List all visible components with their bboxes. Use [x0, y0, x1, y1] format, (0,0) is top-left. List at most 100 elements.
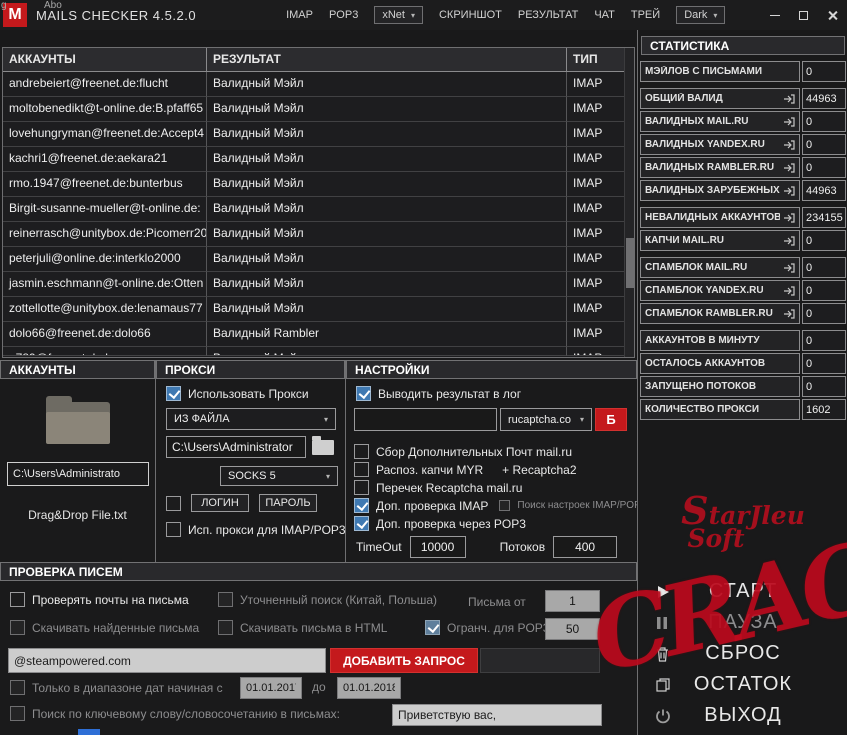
- export-icon[interactable]: [783, 116, 795, 127]
- table-row[interactable]: rmo.1947@freenet.de:bunterbus Валидный Мэ…: [3, 172, 634, 197]
- reset-button[interactable]: СБРОС: [638, 638, 847, 669]
- cell-account: kachri1@freenet.de:aekara21: [3, 147, 207, 172]
- cell-result: Валидный Мэйл: [207, 272, 567, 297]
- add-query-button[interactable]: ДОБАВИТЬ ЗАПРОС: [330, 648, 478, 673]
- pause-button[interactable]: ПАУЗА: [638, 607, 847, 638]
- download-letters-checkbox[interactable]: [10, 620, 25, 635]
- table-row[interactable]: lovehungryman@freenet.de:Accept4 Валидный…: [3, 122, 634, 147]
- extra-imap-option: Доп. проверка IMAP Поиск настроек IMAP/P…: [354, 498, 641, 513]
- export-icon[interactable]: [783, 262, 795, 273]
- pop3-limit-checkbox[interactable]: [425, 620, 440, 635]
- log-output-checkbox[interactable]: [356, 386, 371, 401]
- extra-pop3-label: Доп. проверка через POP3: [376, 516, 526, 531]
- proxy-type-dropdown[interactable]: SOCKS 5 ▾: [220, 466, 338, 486]
- keyword-input[interactable]: [392, 704, 602, 726]
- start-button[interactable]: СТАРТ: [638, 576, 847, 607]
- accounts-file-path[interactable]: C:\Users\Administrato: [7, 462, 149, 486]
- maximize-button[interactable]: [789, 0, 818, 30]
- date-from-input[interactable]: [240, 677, 302, 699]
- recognize-captcha-checkbox[interactable]: [354, 462, 369, 477]
- exit-button[interactable]: ВЫХОД: [638, 700, 847, 731]
- pop3-limit-input[interactable]: [545, 618, 600, 640]
- timeout-input[interactable]: [409, 536, 466, 558]
- keyword-search-checkbox[interactable]: [10, 706, 25, 721]
- scrollbar-thumb[interactable]: [626, 238, 634, 288]
- proxy-path-input[interactable]: [166, 436, 306, 458]
- close-button[interactable]: [818, 0, 847, 30]
- column-header-accounts[interactable]: АККАУНТЫ: [3, 48, 207, 72]
- theme-dropdown[interactable]: Dark ▾: [676, 6, 726, 24]
- imap-pop-settings-search-checkbox[interactable]: [499, 500, 511, 511]
- cell-result: Валидный Rambler: [207, 322, 567, 347]
- date-to-input[interactable]: [337, 677, 401, 699]
- column-header-result[interactable]: РЕЗУЛЬТАТ: [207, 48, 567, 72]
- extra-pop3-checkbox[interactable]: [354, 516, 369, 531]
- log-output-label: Выводить результат в лог: [378, 386, 522, 401]
- query-input[interactable]: [8, 648, 326, 673]
- export-icon[interactable]: [783, 235, 795, 246]
- browse-folder-icon[interactable]: [312, 435, 334, 455]
- collect-extra-checkbox[interactable]: [354, 444, 369, 459]
- table-row[interactable]: peterjuli@online.de:interklo2000 Валидный…: [3, 247, 634, 272]
- download-letters-label: Скачивать найденные письма: [32, 620, 200, 635]
- cell-type: IMAP: [567, 347, 624, 356]
- check-letters-checkbox[interactable]: [10, 592, 25, 607]
- stat-valid-yandex: ВАЛИДНЫХ YANDEX.RU 0: [640, 134, 846, 155]
- proxy-auth-checkbox[interactable]: [166, 495, 181, 511]
- table-row[interactable]: moltobenedikt@t-online.de:B.pfaff65 Валид…: [3, 97, 634, 122]
- timeout-threads-row: TimeOut Потоков: [356, 536, 618, 558]
- menu-xnet-dropdown[interactable]: xNet ▾: [374, 6, 423, 24]
- proxy-password-button[interactable]: ПАРОЛЬ: [259, 494, 317, 512]
- export-icon[interactable]: [783, 93, 795, 104]
- table-row[interactable]: jasmin.eschmann@t-online.de:Otten Валидны…: [3, 272, 634, 297]
- export-icon[interactable]: [783, 162, 795, 173]
- date-range-checkbox[interactable]: [10, 680, 25, 695]
- export-icon[interactable]: [783, 139, 795, 150]
- export-icon[interactable]: [783, 185, 795, 196]
- download-html-checkbox[interactable]: [218, 620, 233, 635]
- menu-chat[interactable]: ЧАТ: [594, 9, 615, 21]
- export-icon[interactable]: [783, 212, 795, 223]
- accounts-panel-header: АККАУНТЫ: [0, 360, 155, 379]
- cell-account: zottellotte@unitybox.de:lenamaus77: [3, 297, 207, 322]
- column-header-type[interactable]: ТИП: [567, 48, 624, 72]
- captcha-service-dropdown[interactable]: rucaptcha.co ▾: [500, 408, 592, 431]
- remainder-button[interactable]: ОСТАТОК: [638, 669, 847, 700]
- export-icon[interactable]: [783, 285, 795, 296]
- table-row[interactable]: Birgit-susanne-mueller@t-online.de: Валид…: [3, 197, 634, 222]
- table-row[interactable]: dolo66@freenet.de:dolo66 Валидный Rambler…: [3, 322, 634, 347]
- minimize-button[interactable]: [760, 0, 789, 30]
- table-row[interactable]: kachri1@freenet.de:aekara21 Валидный Мэйл…: [3, 147, 634, 172]
- folder-icon[interactable]: [46, 396, 110, 444]
- stat-total-valid: ОБЩИЙ ВАЛИД 44963: [640, 88, 846, 109]
- collect-extra-label: Сбор Дополнительных Почт mail.ru: [376, 444, 572, 459]
- table-row[interactable]: andrebeiert@freenet.de:flucht Валидный Мэ…: [3, 72, 634, 97]
- menu-tray[interactable]: ТРЕЙ: [631, 9, 660, 21]
- menu-screenshot[interactable]: СКРИНШОТ: [439, 9, 502, 21]
- close-icon: [827, 10, 838, 21]
- threads-input[interactable]: [553, 536, 618, 558]
- extra-imap-checkbox[interactable]: [354, 498, 369, 513]
- log-output-option: Выводить результат в лог: [356, 386, 521, 401]
- query-extra-area[interactable]: [480, 648, 600, 673]
- table-row[interactable]: a789@freenet.de:kaВалидный МэйлIMAP: [3, 347, 634, 356]
- balance-button[interactable]: Б: [595, 408, 627, 431]
- captcha-key-input[interactable]: [354, 408, 497, 431]
- refined-search-checkbox[interactable]: [218, 592, 233, 607]
- table-row[interactable]: reinerrasch@unitybox.de:Picomerr20 Валидн…: [3, 222, 634, 247]
- taskbar-fragment: [78, 729, 100, 735]
- table-scrollbar[interactable]: [624, 48, 634, 357]
- export-icon[interactable]: [783, 308, 795, 319]
- table-row[interactable]: zottellotte@unitybox.de:lenamaus77 Валидн…: [3, 297, 634, 322]
- stat-label: ЗАПУЩЕНО ПОТОКОВ: [645, 381, 757, 392]
- menu-result[interactable]: РЕЗУЛЬТАТ: [518, 9, 578, 21]
- letters-from-input[interactable]: [545, 590, 600, 612]
- recheck-recaptcha-checkbox[interactable]: [354, 480, 369, 495]
- proxy-login-button[interactable]: ЛОГИН: [191, 494, 249, 512]
- chevron-down-icon: ▾: [410, 10, 415, 20]
- proxy-for-imap-checkbox[interactable]: [166, 522, 181, 537]
- menu-imap[interactable]: IMAP: [286, 9, 313, 21]
- use-proxy-checkbox[interactable]: [166, 386, 181, 401]
- proxy-source-dropdown[interactable]: ИЗ ФАЙЛА ▾: [166, 408, 336, 430]
- menu-pop3[interactable]: POP3: [329, 9, 358, 21]
